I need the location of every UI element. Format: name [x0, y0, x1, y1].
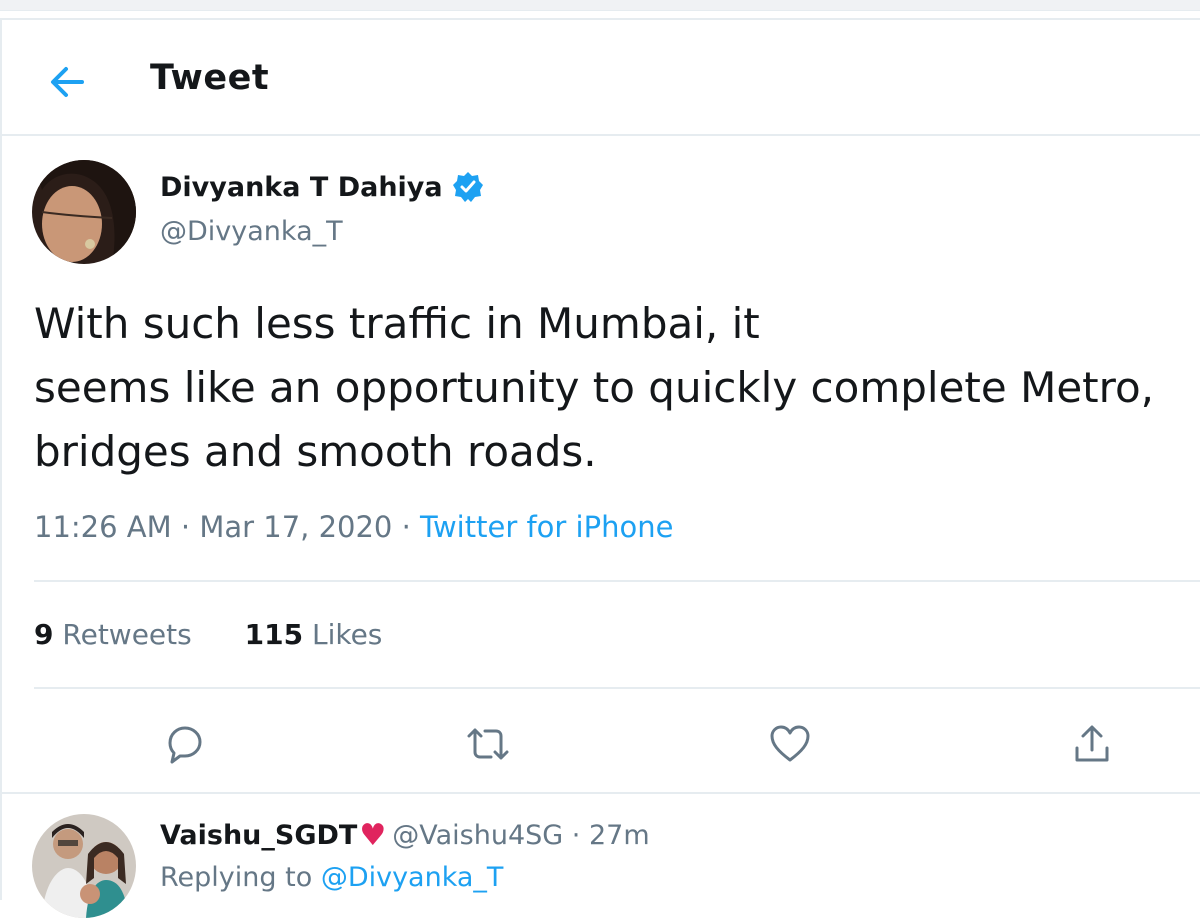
- like-button[interactable]: [760, 714, 820, 774]
- author-name-text: Divyanka T Dahiya: [160, 171, 443, 203]
- meta-separator: ·: [563, 820, 589, 851]
- reply-divider: [2, 792, 1200, 794]
- tweet-stats: 9 Retweets 115 Likes: [34, 618, 426, 651]
- tweet-time[interactable]: 11:26 AM: [34, 510, 172, 544]
- tweet-panel: Tweet Divyanka T Dahiya @Divyanka_T With…: [0, 18, 1200, 918]
- back-button[interactable]: [42, 56, 94, 108]
- share-icon: [1075, 725, 1109, 762]
- verified-badge-icon: [451, 170, 485, 204]
- divider: [34, 687, 1200, 689]
- retweet-icon: [467, 728, 509, 760]
- heart-icon: [770, 725, 810, 762]
- reply-avatar[interactable]: [32, 814, 136, 918]
- comment-icon: [168, 726, 202, 764]
- likes-count: 115: [244, 618, 304, 651]
- author-avatar[interactable]: [32, 160, 136, 264]
- arrow-left-icon: [51, 67, 84, 97]
- browser-top-strip: [0, 0, 1200, 11]
- reply-age[interactable]: 27m: [589, 820, 650, 851]
- reply-author-handle[interactable]: @Vaishu4SG: [392, 820, 563, 851]
- meta-separator: ·: [401, 510, 421, 544]
- share-button[interactable]: [1062, 714, 1122, 774]
- replying-to-prefix: Replying to: [160, 862, 313, 893]
- red-heart-emoji-icon: ♥: [359, 818, 387, 853]
- retweets-count: 9: [34, 618, 54, 651]
- reply-header: Vaishu_SGDT ♥ @Vaishu4SG · 27m: [160, 818, 650, 853]
- likes-label: Likes: [311, 618, 383, 651]
- meta-separator: ·: [180, 510, 200, 544]
- retweets-stat[interactable]: 9 Retweets: [34, 618, 192, 651]
- divider: [34, 580, 1200, 582]
- tweet-meta: 11:26 AM · Mar 17, 2020 · Twitter for iP…: [34, 510, 673, 544]
- page-title: Tweet: [150, 58, 270, 98]
- retweets-label: Retweets: [62, 618, 192, 651]
- replying-to-mention[interactable]: @Divyanka_T: [321, 862, 504, 893]
- retweet-button[interactable]: [458, 714, 518, 774]
- tweet-text: With such less traffic in Mumbai, it see…: [34, 299, 1155, 476]
- tweet-date[interactable]: Mar 17, 2020: [199, 510, 392, 544]
- page-header: Tweet: [2, 20, 1200, 136]
- likes-stat[interactable]: 115 Likes: [245, 618, 383, 651]
- tweet-source-link[interactable]: Twitter for iPhone: [420, 510, 673, 544]
- author-handle[interactable]: @Divyanka_T: [160, 216, 343, 247]
- author-name[interactable]: Divyanka T Dahiya: [160, 170, 485, 204]
- replying-to: Replying to @Divyanka_T: [160, 862, 503, 893]
- reply-author-name[interactable]: Vaishu_SGDT: [160, 820, 357, 851]
- reply-button[interactable]: [154, 714, 214, 774]
